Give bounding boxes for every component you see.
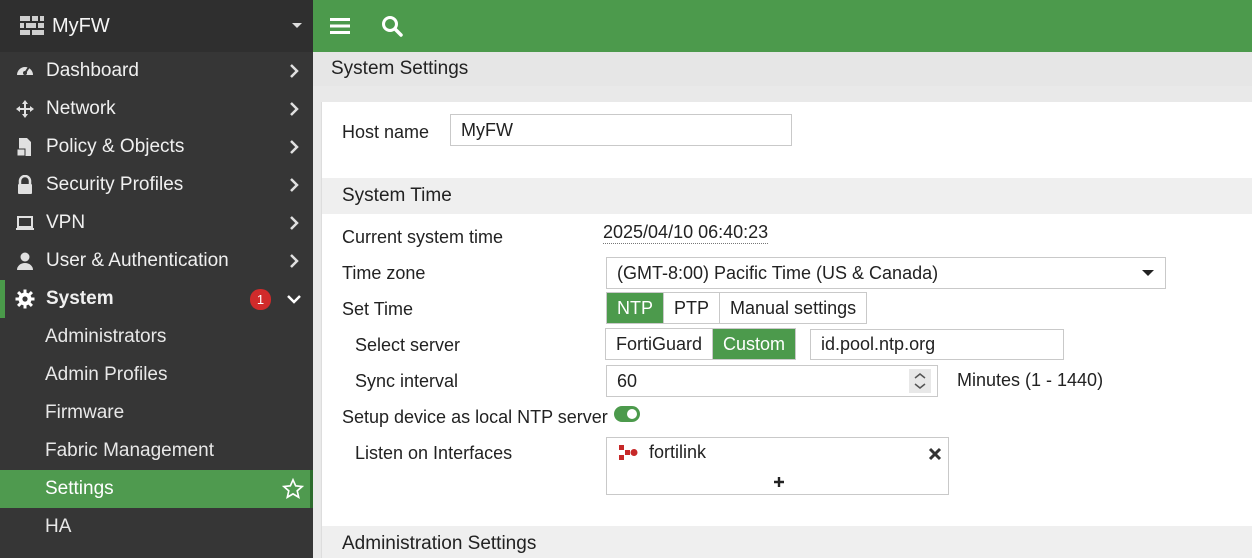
notification-badge: 1: [250, 288, 271, 310]
device-name: MyFW: [52, 14, 110, 37]
sync-interval-label: Sync interval: [355, 370, 459, 391]
gear-icon: [14, 288, 36, 310]
lock-icon: [14, 174, 36, 196]
host-name-input[interactable]: MyFW: [450, 114, 792, 146]
user-icon: [14, 250, 36, 272]
fortilink-icon: [619, 444, 638, 460]
remove-icon[interactable]: [928, 447, 942, 461]
listen-interfaces-label: Listen on Interfaces: [355, 442, 513, 463]
sidebar-item-policy-objects[interactable]: Policy & Objects: [0, 128, 313, 166]
top-bar: [313, 0, 1252, 52]
chevron-right-icon: [290, 64, 299, 78]
policy-icon: [14, 136, 36, 158]
sync-interval-input[interactable]: 60: [606, 365, 938, 397]
sidebar-item-label: Network: [46, 98, 116, 119]
network-icon: [14, 98, 36, 120]
sidebar-brand[interactable]: MyFW: [0, 0, 313, 52]
administration-settings-section-header: Administration Settings: [322, 526, 1252, 558]
server-toggle: FortiGuard Custom: [605, 328, 797, 360]
listen-interfaces-box: fortilink: [606, 437, 949, 495]
current-time-value: 2025/04/10 06:40:23: [603, 222, 769, 244]
add-icon[interactable]: [773, 476, 785, 488]
sync-interval-value: 60: [617, 370, 638, 391]
sidebar-item-label: System: [46, 288, 114, 309]
sidebar: MyFW Dashboard Network Policy & Objects …: [0, 0, 313, 558]
chevron-right-icon: [290, 254, 299, 268]
time-zone-select[interactable]: (GMT-8:00) Pacific Time (US & Canada): [606, 257, 1166, 289]
chevron-right-icon: [290, 216, 299, 230]
chevron-down-icon: [287, 295, 301, 304]
sidebar-subitem-administrators[interactable]: Administrators: [0, 318, 313, 356]
set-time-manual-option[interactable]: Manual settings: [720, 293, 867, 323]
sidebar-item-dashboard[interactable]: Dashboard: [0, 52, 313, 90]
menu-toggle-button[interactable]: [327, 13, 353, 39]
set-time-label: Set Time: [342, 298, 414, 319]
star-icon[interactable]: [282, 478, 304, 500]
sidebar-subitem-admin-profiles[interactable]: Admin Profiles: [0, 356, 313, 394]
chevron-right-icon: [290, 140, 299, 154]
sidebar-item-label: VPN: [46, 212, 86, 233]
sidebar-item-label: Security Profiles: [46, 174, 184, 195]
caret-down-icon: [1142, 269, 1154, 276]
sidebar-item-network[interactable]: Network: [0, 90, 313, 128]
host-name-label: Host name: [342, 121, 430, 142]
local-ntp-toggle[interactable]: [613, 406, 640, 422]
sidebar-item-label: User & Authentication: [46, 250, 229, 271]
current-time-label: Current system time: [342, 226, 504, 247]
sidebar-item-system[interactable]: System 1: [0, 280, 313, 318]
search-icon: [382, 16, 403, 37]
dashboard-icon: [14, 60, 36, 82]
sidebar-subitem-fabric-management[interactable]: Fabric Management: [0, 432, 313, 470]
sidebar-item-label: Dashboard: [46, 60, 139, 81]
sidebar-item-user-authentication[interactable]: User & Authentication: [0, 242, 313, 280]
sidebar-item-security-profiles[interactable]: Security Profiles: [0, 166, 313, 204]
hamburger-icon: [330, 18, 350, 34]
set-time-ntp-option[interactable]: NTP: [607, 293, 664, 323]
sidebar-item-vpn[interactable]: VPN: [0, 204, 313, 242]
set-time-ptp-option[interactable]: PTP: [664, 293, 721, 323]
caret-down-icon[interactable]: [291, 22, 303, 30]
select-server-label: Select server: [355, 334, 461, 355]
interface-name: fortilink: [649, 442, 707, 462]
interface-entry: fortilink: [617, 442, 706, 463]
sidebar-subitem-firmware[interactable]: Firmware: [0, 394, 313, 432]
spinner-icon[interactable]: [909, 369, 931, 393]
chevron-right-icon: [290, 102, 299, 116]
laptop-icon: [14, 212, 36, 234]
ntp-server-input[interactable]: id.pool.ntp.org: [810, 329, 1064, 360]
sidebar-subitem-settings[interactable]: Settings: [0, 470, 313, 508]
server-custom-option[interactable]: Custom: [713, 329, 796, 359]
system-time-section-header: System Time: [322, 178, 1252, 214]
local-ntp-label: Setup device as local NTP server: [342, 406, 608, 427]
page-title: System Settings: [313, 52, 1252, 86]
fortigate-logo-icon: [20, 16, 44, 35]
sync-interval-unit: Minutes (1 - 1440): [957, 370, 1104, 390]
set-time-toggle: NTP PTP Manual settings: [606, 292, 868, 324]
search-button[interactable]: [379, 13, 405, 39]
settings-panel: Host name MyFW System Time Current syste…: [321, 102, 1252, 558]
sidebar-item-label: Policy & Objects: [46, 136, 185, 157]
sidebar-subitem-ha[interactable]: HA: [0, 508, 313, 546]
time-zone-value: (GMT-8:00) Pacific Time (US & Canada): [617, 262, 939, 283]
time-zone-label: Time zone: [342, 262, 426, 283]
chevron-right-icon: [290, 178, 299, 192]
server-fortiguard-option[interactable]: FortiGuard: [606, 329, 714, 359]
